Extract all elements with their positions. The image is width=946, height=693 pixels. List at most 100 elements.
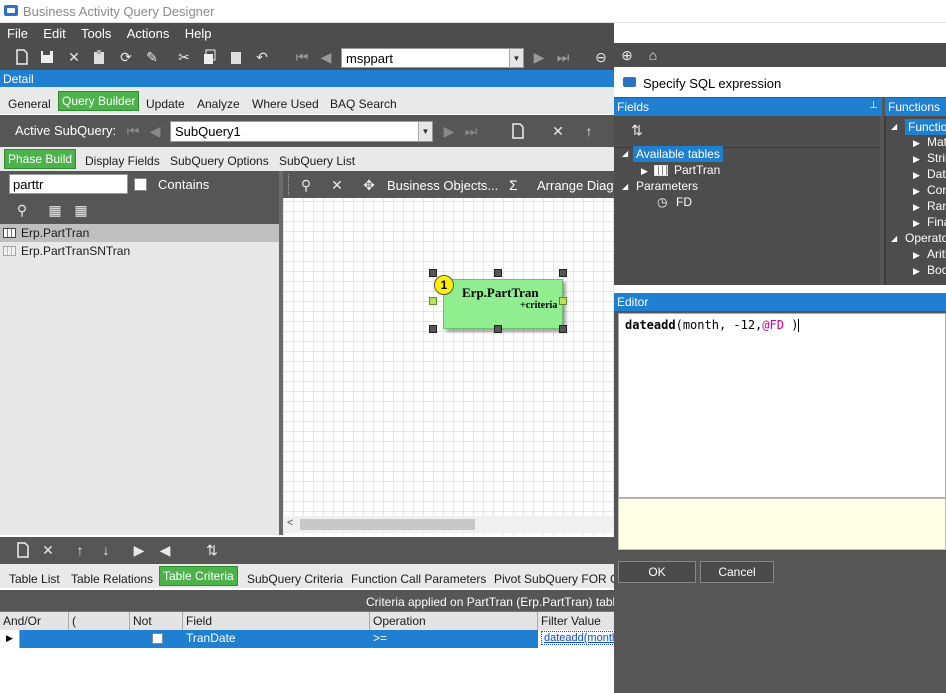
row-selector-icon[interactable]: ▶ — [0, 630, 20, 648]
sort-icon[interactable]: ⇅ — [628, 121, 646, 139]
delete-icon[interactable]: ✕ — [39, 541, 57, 559]
resize-handle[interactable] — [559, 325, 567, 333]
sigma-button[interactable]: Σ — [509, 177, 518, 193]
resize-handle[interactable] — [429, 269, 437, 277]
new-icon[interactable] — [13, 48, 31, 66]
cut-icon[interactable]: ✂ — [175, 48, 193, 66]
col-operation[interactable]: Operation — [370, 612, 538, 630]
expand-icon[interactable]: ▶ — [913, 170, 920, 181]
link-icon[interactable]: ⚲ — [13, 201, 31, 219]
tab-table-list[interactable]: Table List — [6, 570, 63, 588]
collapse-icon[interactable]: ◢ — [622, 182, 628, 191]
menu-file[interactable]: File — [0, 23, 33, 41]
sq-delete-icon[interactable]: ✕ — [549, 122, 567, 140]
new-icon[interactable] — [14, 541, 32, 559]
collapse-icon[interactable]: ◢ — [891, 234, 897, 243]
table-node[interactable]: Erp.PartTran +criteria — [443, 279, 563, 329]
sq-up-icon[interactable]: ↑ — [580, 122, 598, 140]
not-checkbox[interactable] — [152, 633, 163, 644]
first-record-icon[interactable]: ⏮ — [293, 48, 311, 66]
fn-conversion[interactable]: Con — [927, 183, 946, 197]
sq-next-icon[interactable]: ▶ — [440, 122, 458, 140]
resize-handle[interactable] — [429, 297, 437, 305]
business-objects-icon[interactable]: ✥ — [360, 176, 378, 194]
arrange-diagram-button[interactable]: Arrange Diagr — [537, 178, 618, 193]
tab-display-fields[interactable]: Display Fields — [82, 152, 163, 170]
expand-icon[interactable]: ▶ — [913, 266, 920, 277]
query-id-combo[interactable]: msppart ▼ — [341, 48, 524, 68]
remove-icon[interactable]: ✕ — [328, 176, 346, 194]
menu-help[interactable]: Help — [178, 23, 217, 41]
scroll-thumb[interactable] — [300, 519, 475, 530]
list-item[interactable]: Erp.PartTran — [0, 224, 279, 242]
pin-icon[interactable]: ⊥ — [869, 100, 878, 111]
paste2-icon[interactable] — [227, 48, 245, 66]
tab-query-builder[interactable]: Query Builder — [58, 91, 140, 111]
col-and-or[interactable]: And/Or — [0, 612, 69, 630]
collapse-icon[interactable]: ◢ — [622, 149, 628, 158]
refresh-icon[interactable]: ⟳ — [117, 48, 135, 66]
sq-last-icon[interactable]: ⏭ — [462, 122, 480, 140]
sq-new-icon[interactable] — [509, 122, 527, 140]
expand-icon[interactable]: ▶ — [913, 218, 920, 229]
col-field[interactable]: Field — [183, 612, 370, 630]
undo-icon[interactable]: ↶ — [253, 48, 271, 66]
outdent-icon[interactable]: ◀ — [156, 541, 174, 559]
save-icon[interactable] — [38, 48, 56, 66]
indent-icon[interactable]: ▶ — [130, 541, 148, 559]
menu-tools[interactable]: Tools — [74, 23, 116, 41]
sql-editor[interactable]: dateadd(month, -12,@FD ) — [618, 313, 946, 498]
sort-icon[interactable]: ⇅ — [203, 541, 221, 559]
operators-root[interactable]: Operator — [905, 231, 946, 245]
tab-phase-build[interactable]: Phase Build — [4, 149, 77, 169]
expand-icon[interactable]: ▶ — [913, 250, 920, 261]
up-icon[interactable]: ↑ — [71, 541, 89, 559]
functions-root[interactable]: Functio — [905, 119, 946, 135]
tab-subquery-criteria[interactable]: SubQuery Criteria — [244, 570, 346, 588]
chevron-down-icon[interactable]: ▼ — [418, 122, 432, 141]
back-icon[interactable]: ⊖ — [592, 48, 610, 66]
expand-icon[interactable]: ▶ — [913, 202, 920, 213]
pane-splitter[interactable] — [614, 285, 946, 293]
home-icon[interactable]: ⌂ — [644, 46, 662, 64]
fn-string[interactable]: Strin — [927, 151, 946, 165]
tab-table-relations[interactable]: Table Relations — [68, 570, 156, 588]
clear-icon[interactable]: ✎ — [143, 48, 161, 66]
tab-pivot-subquery[interactable]: Pivot SubQuery FOR Cl — [491, 570, 624, 588]
op-arithmetic[interactable]: Arith — [927, 247, 946, 261]
fn-ranking[interactable]: Ran — [927, 199, 946, 213]
menu-actions[interactable]: Actions — [120, 23, 175, 41]
parameters-node[interactable]: Parameters — [636, 179, 698, 193]
paste-icon[interactable] — [90, 48, 108, 66]
table-node-parttran[interactable]: PartTran — [674, 163, 720, 177]
menu-edit[interactable]: Edit — [36, 23, 70, 41]
fn-financial[interactable]: Fina — [927, 215, 946, 229]
row-field[interactable]: TranDate — [186, 631, 236, 645]
tab-subquery-options[interactable]: SubQuery Options — [167, 152, 272, 170]
expand-icon[interactable]: ▶ — [913, 138, 920, 149]
resize-handle[interactable] — [559, 297, 567, 305]
table-icon[interactable]: ▦ — [46, 201, 64, 219]
expand-icon[interactable]: ▶ — [913, 186, 920, 197]
ok-button[interactable]: OK — [618, 561, 696, 583]
col-paren[interactable]: ( — [69, 612, 130, 630]
tab-where-used[interactable]: Where Used — [249, 95, 322, 113]
business-objects-button[interactable]: Business Objects... — [387, 178, 498, 193]
tab-analyze[interactable]: Analyze — [194, 95, 243, 113]
param-node-fd[interactable]: FD — [676, 195, 692, 209]
fn-date[interactable]: Date — [927, 167, 946, 181]
resize-handle[interactable] — [494, 325, 502, 333]
list-item[interactable]: Erp.PartTranSNTran — [0, 242, 279, 260]
copy-icon[interactable] — [201, 48, 219, 66]
delete-icon[interactable]: ✕ — [65, 48, 83, 66]
table-search-input[interactable] — [9, 174, 128, 194]
last-record-icon[interactable]: ⏭ — [554, 48, 572, 66]
cancel-button[interactable]: Cancel — [700, 561, 774, 583]
chevron-down-icon[interactable]: ▼ — [509, 49, 523, 67]
tab-function-call-parameters[interactable]: Function Call Parameters — [348, 570, 489, 588]
next-record-icon[interactable]: ▶ — [530, 48, 548, 66]
link-icon[interactable]: ⚲ — [297, 176, 315, 194]
collapse-icon[interactable]: ◢ — [891, 122, 897, 131]
down-icon[interactable]: ↓ — [97, 541, 115, 559]
resize-handle[interactable] — [559, 269, 567, 277]
